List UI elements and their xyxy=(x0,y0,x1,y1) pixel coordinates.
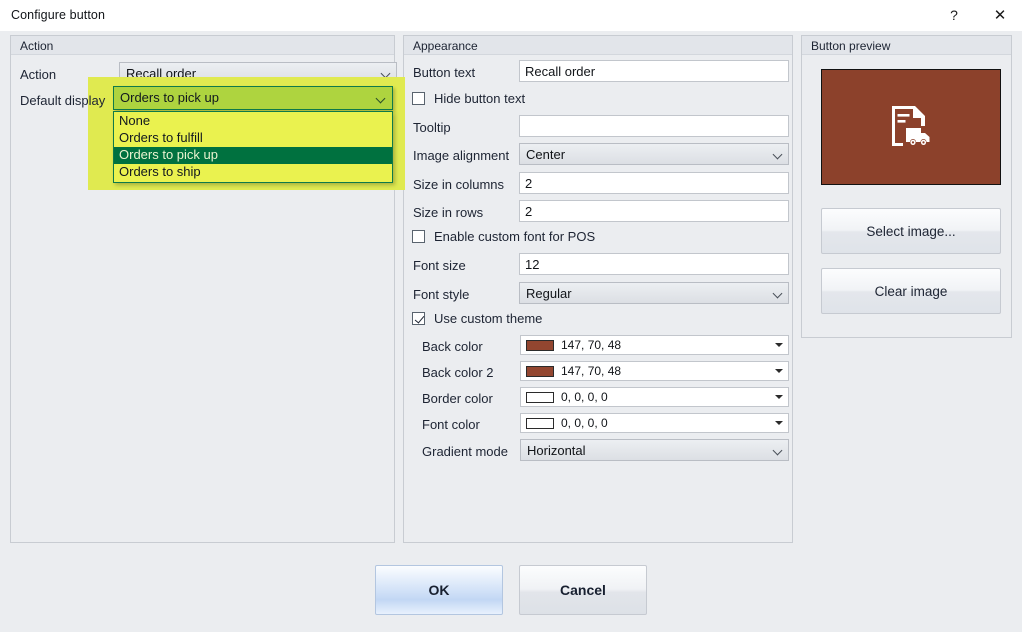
button-preview-panel-header: Button preview xyxy=(802,36,1011,55)
default-display-label: Default display xyxy=(20,93,105,108)
border-color-picker[interactable]: 0, 0, 0, 0 xyxy=(520,387,789,407)
button-preview-panel: Button preview Select image... Clea xyxy=(801,35,1012,338)
image-alignment-value: Center xyxy=(526,147,565,162)
font-style-label: Font style xyxy=(413,287,469,302)
image-alignment-label: Image alignment xyxy=(413,148,509,163)
back-color-swatch xyxy=(526,340,554,351)
back-color-2-swatch xyxy=(526,366,554,377)
dropdown-option-none[interactable]: None xyxy=(114,113,392,130)
font-color-value: 0, 0, 0, 0 xyxy=(561,416,608,430)
back-color-label: Back color xyxy=(422,339,483,354)
button-preview-tile xyxy=(821,69,1001,185)
document-truck-icon xyxy=(888,104,934,151)
font-color-label: Font color xyxy=(422,417,480,432)
default-display-combobox[interactable]: Orders to pick up xyxy=(113,86,393,110)
enable-custom-font-checkbox[interactable] xyxy=(412,230,425,243)
back-color-2-label: Back color 2 xyxy=(422,365,494,380)
action-panel-title: Action xyxy=(20,39,53,53)
appearance-panel: Appearance Button text Recall order Hide… xyxy=(403,35,793,543)
chevron-down-icon xyxy=(773,283,782,303)
back-color-value: 147, 70, 48 xyxy=(561,338,621,352)
action-label: Action xyxy=(20,67,56,82)
dropdown-option-orders-to-fulfill[interactable]: Orders to fulfill xyxy=(114,130,392,147)
cancel-button[interactable]: Cancel xyxy=(519,565,647,615)
image-alignment-combobox[interactable]: Center xyxy=(519,143,789,165)
font-style-value: Regular xyxy=(526,286,572,301)
chevron-down-icon xyxy=(376,87,385,109)
window-title: Configure button xyxy=(11,8,105,22)
enable-custom-font-checkbox-row[interactable]: Enable custom font for POS xyxy=(412,229,595,244)
gradient-mode-value: Horizontal xyxy=(527,443,586,458)
button-text-input[interactable]: Recall order xyxy=(519,60,789,82)
hide-button-text-label: Hide button text xyxy=(434,91,525,106)
dropdown-option-orders-to-ship[interactable]: Orders to ship xyxy=(114,164,392,181)
border-color-swatch xyxy=(526,392,554,403)
font-color-picker[interactable]: 0, 0, 0, 0 xyxy=(520,413,789,433)
size-in-rows-label: Size in rows xyxy=(413,205,483,220)
hide-button-text-checkbox-row[interactable]: Hide button text xyxy=(412,91,525,106)
back-color-2-value: 147, 70, 48 xyxy=(561,364,621,378)
hide-button-text-checkbox[interactable] xyxy=(412,92,425,105)
chevron-down-icon xyxy=(773,144,782,164)
border-color-value: 0, 0, 0, 0 xyxy=(561,390,608,404)
back-color-2-picker[interactable]: 147, 70, 48 xyxy=(520,361,789,381)
tooltip-label: Tooltip xyxy=(413,120,451,135)
gradient-mode-combobox[interactable]: Horizontal xyxy=(520,439,789,461)
chevron-down-icon xyxy=(775,395,783,399)
dropdown-option-orders-to-pick-up[interactable]: Orders to pick up xyxy=(114,147,392,164)
gradient-mode-label: Gradient mode xyxy=(422,444,508,459)
size-in-columns-input[interactable]: 2 xyxy=(519,172,789,194)
font-size-input[interactable]: 12 xyxy=(519,253,789,275)
ok-button[interactable]: OK xyxy=(375,565,503,615)
help-icon[interactable]: ? xyxy=(932,0,976,30)
appearance-panel-title: Appearance xyxy=(413,39,478,53)
use-custom-theme-checkbox-row[interactable]: Use custom theme xyxy=(412,311,542,326)
font-style-combobox[interactable]: Regular xyxy=(519,282,789,304)
button-preview-panel-title: Button preview xyxy=(811,39,890,53)
font-size-label: Font size xyxy=(413,258,466,273)
appearance-panel-header: Appearance xyxy=(404,36,792,55)
use-custom-theme-label: Use custom theme xyxy=(434,311,542,326)
enable-custom-font-label: Enable custom font for POS xyxy=(434,229,595,244)
chevron-down-icon xyxy=(775,369,783,373)
size-in-rows-input[interactable]: 2 xyxy=(519,200,789,222)
clear-image-button[interactable]: Clear image xyxy=(821,268,1001,314)
chevron-down-icon xyxy=(773,440,782,460)
action-panel-header: Action xyxy=(11,36,394,55)
border-color-label: Border color xyxy=(422,391,493,406)
default-display-dropdown-list[interactable]: None Orders to fulfill Orders to pick up… xyxy=(113,111,393,183)
default-display-combobox-value: Orders to pick up xyxy=(120,90,219,105)
chevron-down-icon xyxy=(775,343,783,347)
use-custom-theme-checkbox[interactable] xyxy=(412,312,425,325)
select-image-button[interactable]: Select image... xyxy=(821,208,1001,254)
close-icon[interactable]: ✕ xyxy=(978,0,1022,30)
tooltip-input[interactable] xyxy=(519,115,789,137)
title-bar: Configure button ? ✕ xyxy=(0,0,1022,31)
back-color-picker[interactable]: 147, 70, 48 xyxy=(520,335,789,355)
font-color-swatch xyxy=(526,418,554,429)
chevron-down-icon xyxy=(775,421,783,425)
button-text-label: Button text xyxy=(413,65,475,80)
size-in-columns-label: Size in columns xyxy=(413,177,504,192)
